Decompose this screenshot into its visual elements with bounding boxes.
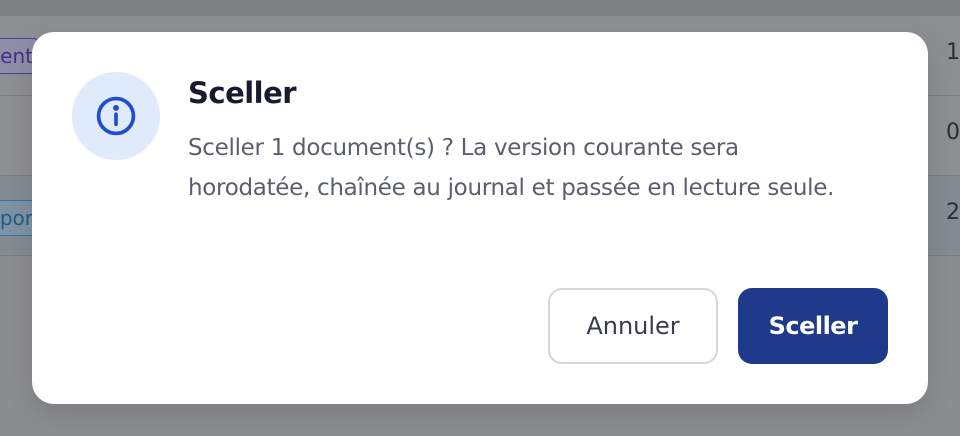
confirm-dialog: Sceller Sceller 1 document(s) ? La versi… (32, 32, 928, 404)
background-top-bar (0, 0, 960, 16)
info-icon-badge (72, 72, 160, 160)
info-icon (96, 96, 136, 136)
row-value: 1 (946, 40, 960, 65)
row-value: 2 (946, 200, 960, 225)
cancel-button[interactable]: Annuler (548, 288, 718, 364)
seal-button[interactable]: Sceller (738, 288, 888, 364)
row-value: 0 (946, 120, 960, 145)
dialog-message: Sceller 1 document(s) ? La version coura… (188, 135, 835, 201)
dialog-title: Sceller (188, 76, 297, 110)
